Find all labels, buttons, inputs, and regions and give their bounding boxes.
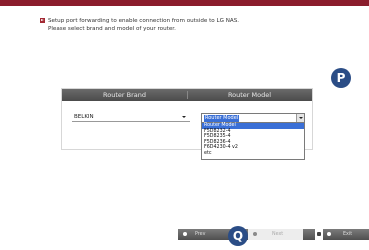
prev-dot-icon	[183, 232, 187, 236]
exit-label: Exit	[343, 232, 353, 237]
exit-dot-icon	[327, 232, 331, 236]
router-model-value: Router Model	[204, 114, 240, 122]
instruction-text-2: Please select brand and model of your ro…	[48, 26, 176, 32]
annotation-badge-p: P	[331, 68, 351, 88]
top-accent-bar	[0, 0, 369, 6]
next-button[interactable]: Next	[248, 229, 303, 240]
dropdown-option[interactable]: etc	[202, 151, 304, 157]
navigation-bar: Prev Next Exit	[178, 229, 369, 240]
router-model-dropdown-list: Router Model F5D8232-4 F5D8235-4 F5D8236…	[201, 122, 305, 160]
next-label: Next	[272, 232, 284, 237]
chevron-down-icon	[182, 116, 186, 118]
instruction-text-1: Setup port forwarding to enable connecti…	[48, 17, 240, 24]
arrow-bullet-icon	[40, 18, 45, 23]
prev-label: Prev	[195, 232, 206, 237]
dropdown-arrow-icon[interactable]	[296, 114, 304, 122]
next-dot-icon	[253, 232, 257, 236]
router-brand-select[interactable]: BELKIN	[72, 113, 190, 122]
header-router-model: Router Model	[227, 91, 272, 99]
table-header: Router Brand Router Model	[62, 89, 312, 101]
separator-icon	[315, 229, 323, 240]
header-router-brand: Router Brand	[103, 91, 146, 99]
router-brand-value: BELKIN	[74, 114, 94, 120]
annotation-badge-q: Q	[228, 226, 248, 246]
prev-button[interactable]: Prev	[178, 229, 224, 240]
exit-button[interactable]: Exit	[325, 229, 369, 240]
